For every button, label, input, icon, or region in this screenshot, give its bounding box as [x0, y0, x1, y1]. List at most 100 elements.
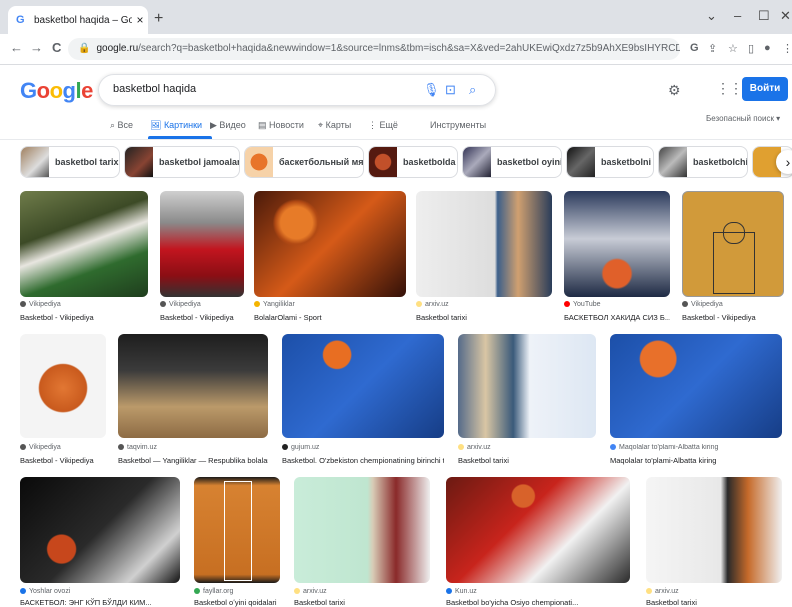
tab-news[interactable]: ▤ Новости — [258, 120, 304, 131]
result-source: fayllar.org — [194, 588, 233, 595]
microphone-icon[interactable]: 🎙 — [423, 82, 440, 98]
new-tab-button[interactable]: + — [154, 10, 163, 28]
image-result[interactable]: Vikipediya Basketbol - Vikipediya — [20, 191, 148, 327]
image-result[interactable]: Vikipediya Basketbol - Vikipediya — [160, 191, 244, 327]
source-favicon-icon — [194, 588, 200, 595]
result-title: Basketbol tarixi — [646, 598, 697, 607]
divider — [0, 139, 792, 140]
result-title: БАСКЕТБОЛ: ЭНГ КЎП БЎЛДИ КИМ... — [20, 598, 152, 607]
source-favicon-icon — [254, 301, 260, 308]
image-result[interactable]: arxiv.uz Basketbol tarixi — [646, 477, 782, 607]
result-title: Basketbol - Vikipediya — [160, 313, 234, 322]
result-thumbnail — [416, 191, 552, 297]
court-lines-shape — [224, 481, 252, 581]
maximize-icon[interactable]: ☐ — [758, 8, 770, 24]
share-icon[interactable]: ⇪ — [708, 42, 717, 55]
safesearch-menu[interactable]: Безопасный поиск ▾ — [706, 114, 780, 123]
source-favicon-icon — [118, 444, 124, 451]
profile-icon[interactable]: ● — [764, 42, 771, 54]
source-favicon-icon — [646, 588, 652, 595]
result-title: Basketbol - Vikipediya — [20, 456, 94, 465]
result-source: arxiv.uz — [294, 588, 327, 595]
reload-icon[interactable]: C — [52, 40, 61, 55]
chip-thumbnail — [21, 147, 49, 177]
chip-basketbol-oyini[interactable]: basketbol oyini — [462, 146, 562, 178]
youtube-icon — [564, 301, 570, 308]
address-bar[interactable]: 🔒 google.ru/search?q=basketbol+haqida&new… — [68, 38, 680, 60]
image-result[interactable]: arxiv.uz Basketbol tarixi — [458, 334, 596, 468]
tab-more[interactable]: ⋮ Ещё — [368, 120, 398, 131]
browser-tab[interactable]: G basketbol haqida – Google Пои × — [8, 6, 148, 34]
image-result[interactable]: Vikipediya Basketbol - Vikipediya — [682, 191, 784, 327]
result-source: Kun.uz — [446, 588, 477, 595]
tools-button[interactable]: Инструменты — [430, 120, 486, 130]
image-result[interactable]: Maqolalar to'plami-Albatta kiring Maqola… — [610, 334, 782, 468]
source-favicon-icon — [160, 301, 166, 308]
close-window-icon[interactable]: ✕ — [780, 8, 791, 24]
search-icon[interactable]: ⌕ — [469, 82, 476, 98]
result-thumbnail — [564, 191, 670, 297]
lock-icon: 🔒 — [78, 43, 91, 54]
login-button[interactable]: Войти — [742, 77, 788, 101]
chip-thumbnail — [125, 147, 153, 177]
image-result[interactable]: Yoshlar ovozi БАСКЕТБОЛ: ЭНГ КЎП БЎЛДИ К… — [20, 477, 180, 607]
tab-video[interactable]: ▶ Видео — [210, 120, 246, 131]
result-thumbnail — [20, 477, 180, 583]
camera-icon[interactable]: ⊡ — [445, 82, 456, 98]
source-favicon-icon — [20, 444, 26, 451]
chip-thumbnail — [659, 147, 687, 177]
result-source: arxiv.uz — [458, 444, 491, 451]
bookmark-star-icon[interactable]: ☆ — [728, 42, 738, 55]
tab-images[interactable]: 🖼 Картинки — [150, 120, 202, 131]
side-panel-icon[interactable]: ▯ — [748, 42, 754, 55]
tab-maps[interactable]: ⌖ Карты — [318, 120, 351, 131]
source-favicon-icon — [610, 444, 616, 451]
chip-basketbolda[interactable]: basketbolda — [368, 146, 458, 178]
result-title: Basketbol tarixi — [416, 313, 467, 322]
source-favicon-icon — [20, 301, 26, 308]
tab-close-icon[interactable]: × — [132, 13, 148, 27]
result-title: Basketbol - Vikipediya — [682, 313, 756, 322]
image-result[interactable]: arxiv.uz Basketbol tarixi — [294, 477, 430, 607]
google-lens-icon[interactable]: G — [690, 42, 699, 54]
image-result[interactable]: Vikipediya Basketbol - Vikipediya — [20, 334, 106, 468]
logo-letter: g — [62, 78, 76, 103]
minimize-icon[interactable]: – — [734, 8, 741, 23]
source-favicon-icon — [20, 588, 26, 595]
google-favicon-icon: G — [16, 14, 25, 26]
back-icon[interactable]: ← — [10, 40, 23, 55]
image-result[interactable]: arxiv.uz Basketbol tarixi — [416, 191, 552, 327]
forward-icon[interactable]: → — [30, 40, 43, 55]
menu-icon[interactable]: ⋮ — [782, 42, 792, 55]
search-query: basketbol haqida — [113, 83, 197, 95]
source-favicon-icon — [682, 301, 688, 308]
image-result[interactable]: gujum.uz Basketbol. O'zbekiston chempion… — [282, 334, 444, 468]
tab-search-chevron-icon[interactable]: ⌄ — [706, 8, 717, 24]
image-result[interactable]: Kun.uz Basketbol bo'yicha Osiyo chempion… — [446, 477, 630, 607]
google-logo[interactable]: Google — [20, 78, 93, 104]
chip-basketbol-jamoalari[interactable]: basketbol jamoalari — [124, 146, 240, 178]
result-source: YouTube — [564, 301, 601, 308]
tab-all[interactable]: ⌕ Все — [110, 120, 133, 131]
chip-basketbol-tarixi[interactable]: basketbol tarixi — [20, 146, 120, 178]
image-icon: 🖼 — [150, 120, 164, 130]
image-result[interactable]: YouTube БАСКЕТБОЛ ХАКИДА СИЗ Б... — [564, 191, 670, 327]
search-input[interactable]: basketbol haqida 🎙 ⊡ ⌕ — [98, 74, 496, 106]
result-source: gujum.uz — [282, 444, 319, 451]
result-thumbnail — [160, 191, 244, 297]
chip-basketbolni[interactable]: basketbolni — [566, 146, 654, 178]
tab-title: basketbol haqida – Google Пои — [34, 14, 132, 26]
url-path: /search?q=basketbol+haqida&newwindow=1&s… — [138, 43, 680, 54]
image-result[interactable]: fayllar.org Basketbol oʻyini qoidalari — [194, 477, 280, 607]
chip-basketball-ball[interactable]: баскетбольный мяч — [244, 146, 364, 178]
gear-icon[interactable]: ⚙ — [668, 82, 681, 99]
logo-letter: o — [49, 78, 63, 103]
result-source: arxiv.uz — [646, 588, 679, 595]
image-result[interactable]: taqvim.uz Basketbol — Yangiliklar — Resp… — [118, 334, 268, 468]
image-result[interactable]: Yangiliklar BolalarOlami - Sport — [254, 191, 406, 327]
result-title: BolalarOlami - Sport — [254, 313, 322, 322]
source-favicon-icon — [458, 444, 464, 451]
source-favicon-icon — [294, 588, 300, 595]
chip-basketbolchi[interactable]: basketbolchi — [658, 146, 748, 178]
video-icon: ▶ — [210, 120, 220, 130]
